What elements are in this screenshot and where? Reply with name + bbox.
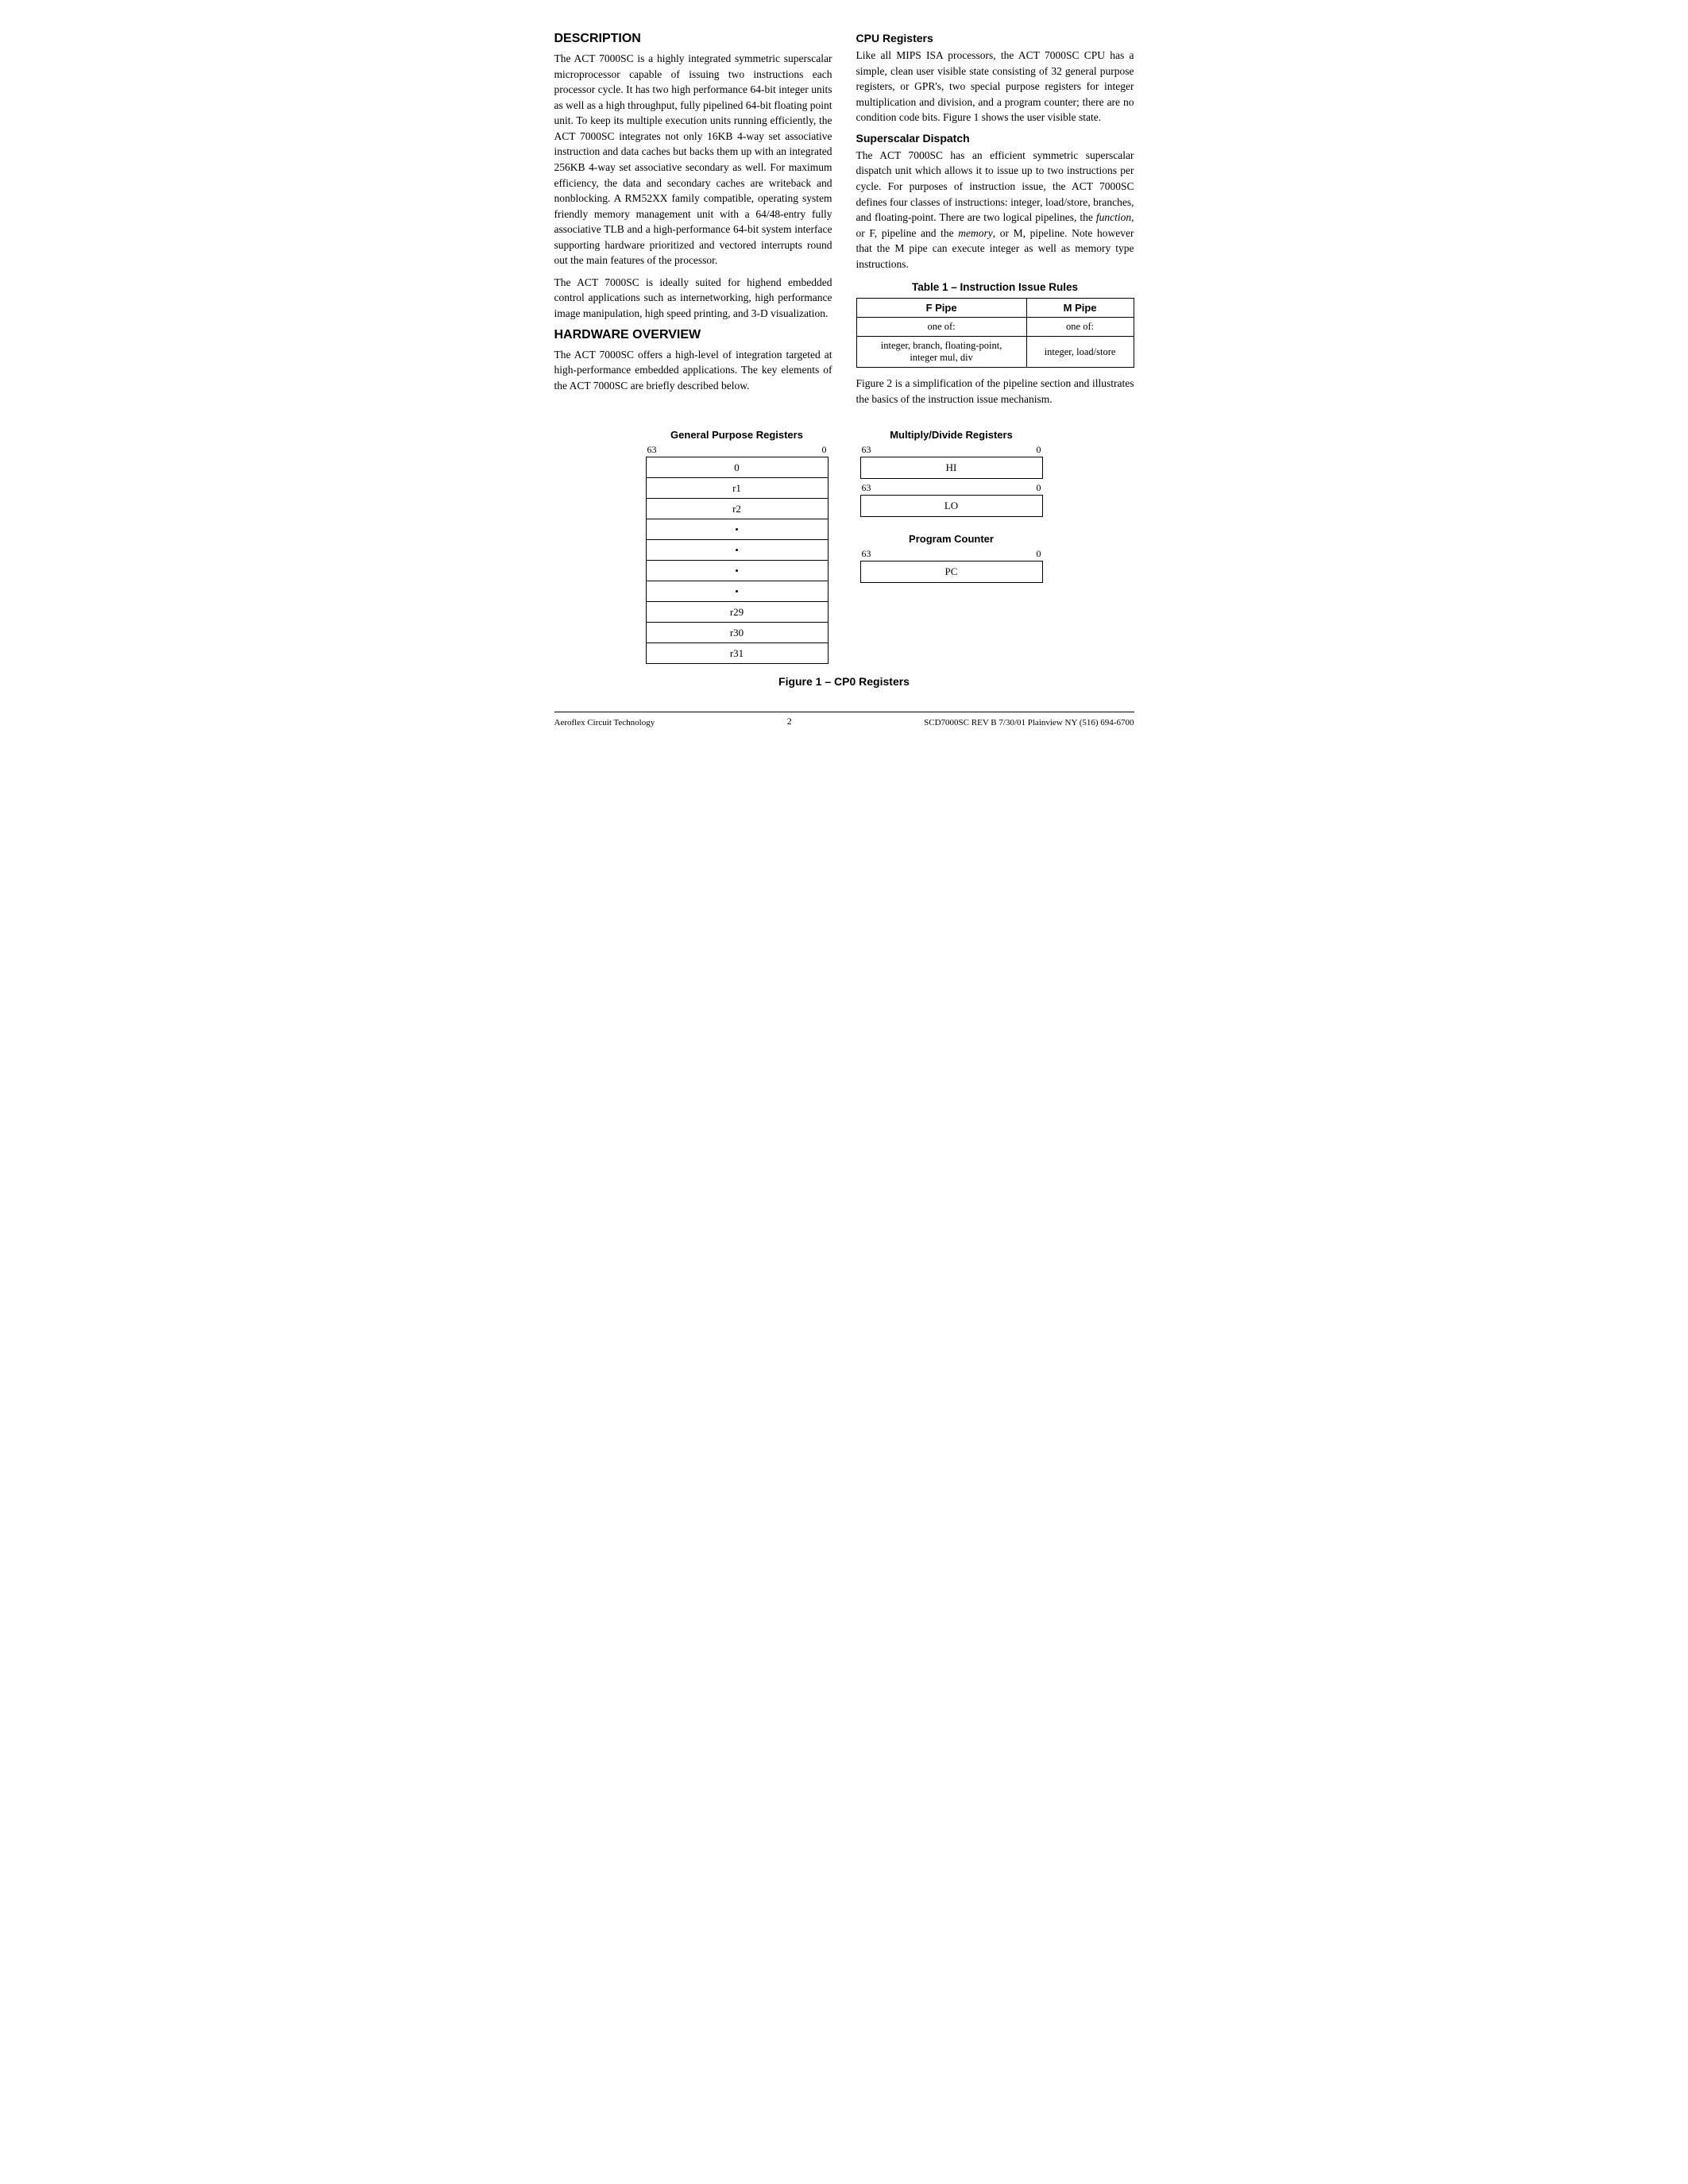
table-row: r1 [646, 478, 828, 499]
hardware-overview-title: HARDWARE OVERVIEW [554, 328, 832, 342]
right-registers-block: Multiply/Divide Registers 63 0 HI 63 0 L… [860, 429, 1043, 583]
hardware-overview-para: The ACT 7000SC offers a high-level of in… [554, 347, 832, 394]
hi-register: HI [860, 457, 1043, 479]
left-column: DESCRIPTION The ACT 7000SC is a highly i… [554, 32, 832, 413]
table-row-mpipe: integer, load/store [1026, 337, 1134, 368]
gpr-table: 0 r1 r2 • • • • r29 r30 r31 [646, 457, 829, 664]
pc-diagram: Program Counter 63 0 PC [860, 533, 1043, 583]
pc-bit-header: 63 0 [860, 548, 1043, 560]
table-row: r30 [646, 623, 828, 643]
table-row: • [646, 540, 828, 561]
md-hi-bit-high: 63 [862, 444, 871, 456]
superscalar-dispatch-para: The ACT 7000SC has an efficient symmetri… [856, 148, 1134, 272]
figure-caption: Figure 1 – CP0 Registers [554, 675, 1134, 688]
gpr-label: General Purpose Registers [670, 429, 803, 441]
superscalar-dispatch-title: Superscalar Dispatch [856, 132, 1134, 145]
table-row: • [646, 561, 828, 581]
table-row: 0 [646, 457, 828, 478]
gpr-row-r1: r1 [646, 478, 828, 499]
table-row: • [646, 519, 828, 540]
footer-left: Aeroflex Circuit Technology [554, 718, 655, 727]
pc-bit-low: 0 [1037, 548, 1041, 560]
table-subheader-mpipe: one of: [1026, 318, 1134, 337]
register-diagrams-section: General Purpose Registers 63 0 0 r1 r2 •… [554, 429, 1134, 664]
table-row-fpipe: integer, branch, floating-point,integer … [856, 337, 1026, 368]
description-para-1: The ACT 7000SC is a highly integrated sy… [554, 51, 832, 268]
gpr-bit-low: 0 [822, 444, 827, 456]
table-header-fpipe: F Pipe [856, 299, 1026, 318]
pc-label: Program Counter [860, 533, 1043, 545]
right-column: CPU Registers Like all MIPS ISA processo… [856, 32, 1134, 413]
md-hi-bit-low: 0 [1037, 444, 1041, 456]
gpr-diagram: General Purpose Registers 63 0 0 r1 r2 •… [646, 429, 829, 664]
table-subheader-fpipe: one of: [856, 318, 1026, 337]
gpr-bit-high: 63 [647, 444, 657, 456]
lo-register: LO [860, 495, 1043, 517]
gpr-bit-header: 63 0 [646, 444, 829, 456]
description-title: DESCRIPTION [554, 32, 832, 46]
gpr-row-r2: r2 [646, 499, 828, 519]
table1-title: Table 1 – Instruction Issue Rules [856, 281, 1134, 293]
gpr-row-r29: r29 [646, 602, 828, 623]
table-row: r2 [646, 499, 828, 519]
md-lo-bit-high: 63 [862, 482, 871, 494]
gpr-row-r31: r31 [646, 643, 828, 664]
gpr-row-0: 0 [646, 457, 828, 478]
footer-page-number: 2 [787, 716, 792, 727]
pc-register: PC [860, 561, 1043, 583]
page-footer: Aeroflex Circuit Technology 2 SCD7000SC … [554, 712, 1134, 727]
table-row: r31 [646, 643, 828, 664]
table-header-mpipe: M Pipe [1026, 299, 1134, 318]
footer-right: SCD7000SC REV B 7/30/01 Plainview NY (51… [924, 718, 1134, 727]
md-hi-bit-header: 63 0 [860, 444, 1043, 456]
gpr-row-r30: r30 [646, 623, 828, 643]
md-lo-bit-low: 0 [1037, 482, 1041, 494]
table1-footnote: Figure 2 is a simplification of the pipe… [856, 376, 1134, 407]
cpu-registers-para: Like all MIPS ISA processors, the ACT 70… [856, 48, 1134, 125]
table-row: • [646, 581, 828, 602]
instruction-issue-table: F Pipe M Pipe one of: one of: integer, b… [856, 298, 1134, 368]
cpu-registers-title: CPU Registers [856, 32, 1134, 44]
pc-bit-high: 63 [862, 548, 871, 560]
description-para-2: The ACT 7000SC is ideally suited for hig… [554, 275, 832, 322]
gpr-row-dot4: • [646, 581, 828, 602]
md-lo-bit-header: 63 0 [860, 482, 1043, 494]
gpr-row-dot3: • [646, 561, 828, 581]
gpr-row-dot2: • [646, 540, 828, 561]
gpr-row-dot1: • [646, 519, 828, 540]
md-label: Multiply/Divide Registers [890, 429, 1013, 441]
table-row: r29 [646, 602, 828, 623]
